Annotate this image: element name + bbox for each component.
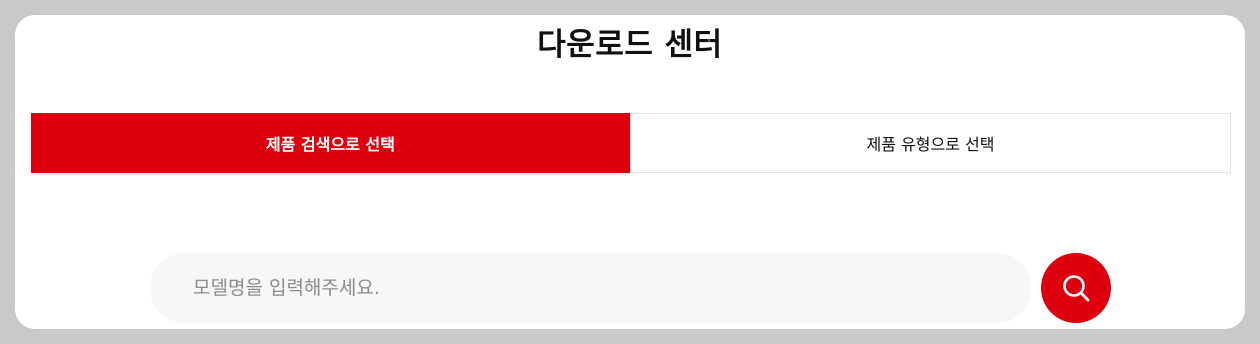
tab-search-by-product[interactable]: 제품 검색으로 선택 — [31, 113, 630, 173]
search-icon — [1061, 273, 1091, 303]
page-title: 다운로드 센터 — [537, 27, 723, 63]
model-search-input[interactable] — [150, 253, 1031, 323]
search-button[interactable] — [1041, 253, 1111, 323]
tab-select-by-type[interactable]: 제품 유형으로 선택 — [630, 113, 1231, 173]
selection-tabs: 제품 검색으로 선택 제품 유형으로 선택 — [31, 113, 1231, 173]
search-bar — [150, 253, 1111, 323]
download-center-panel: 다운로드 센터 제품 검색으로 선택 제품 유형으로 선택 — [15, 15, 1245, 329]
